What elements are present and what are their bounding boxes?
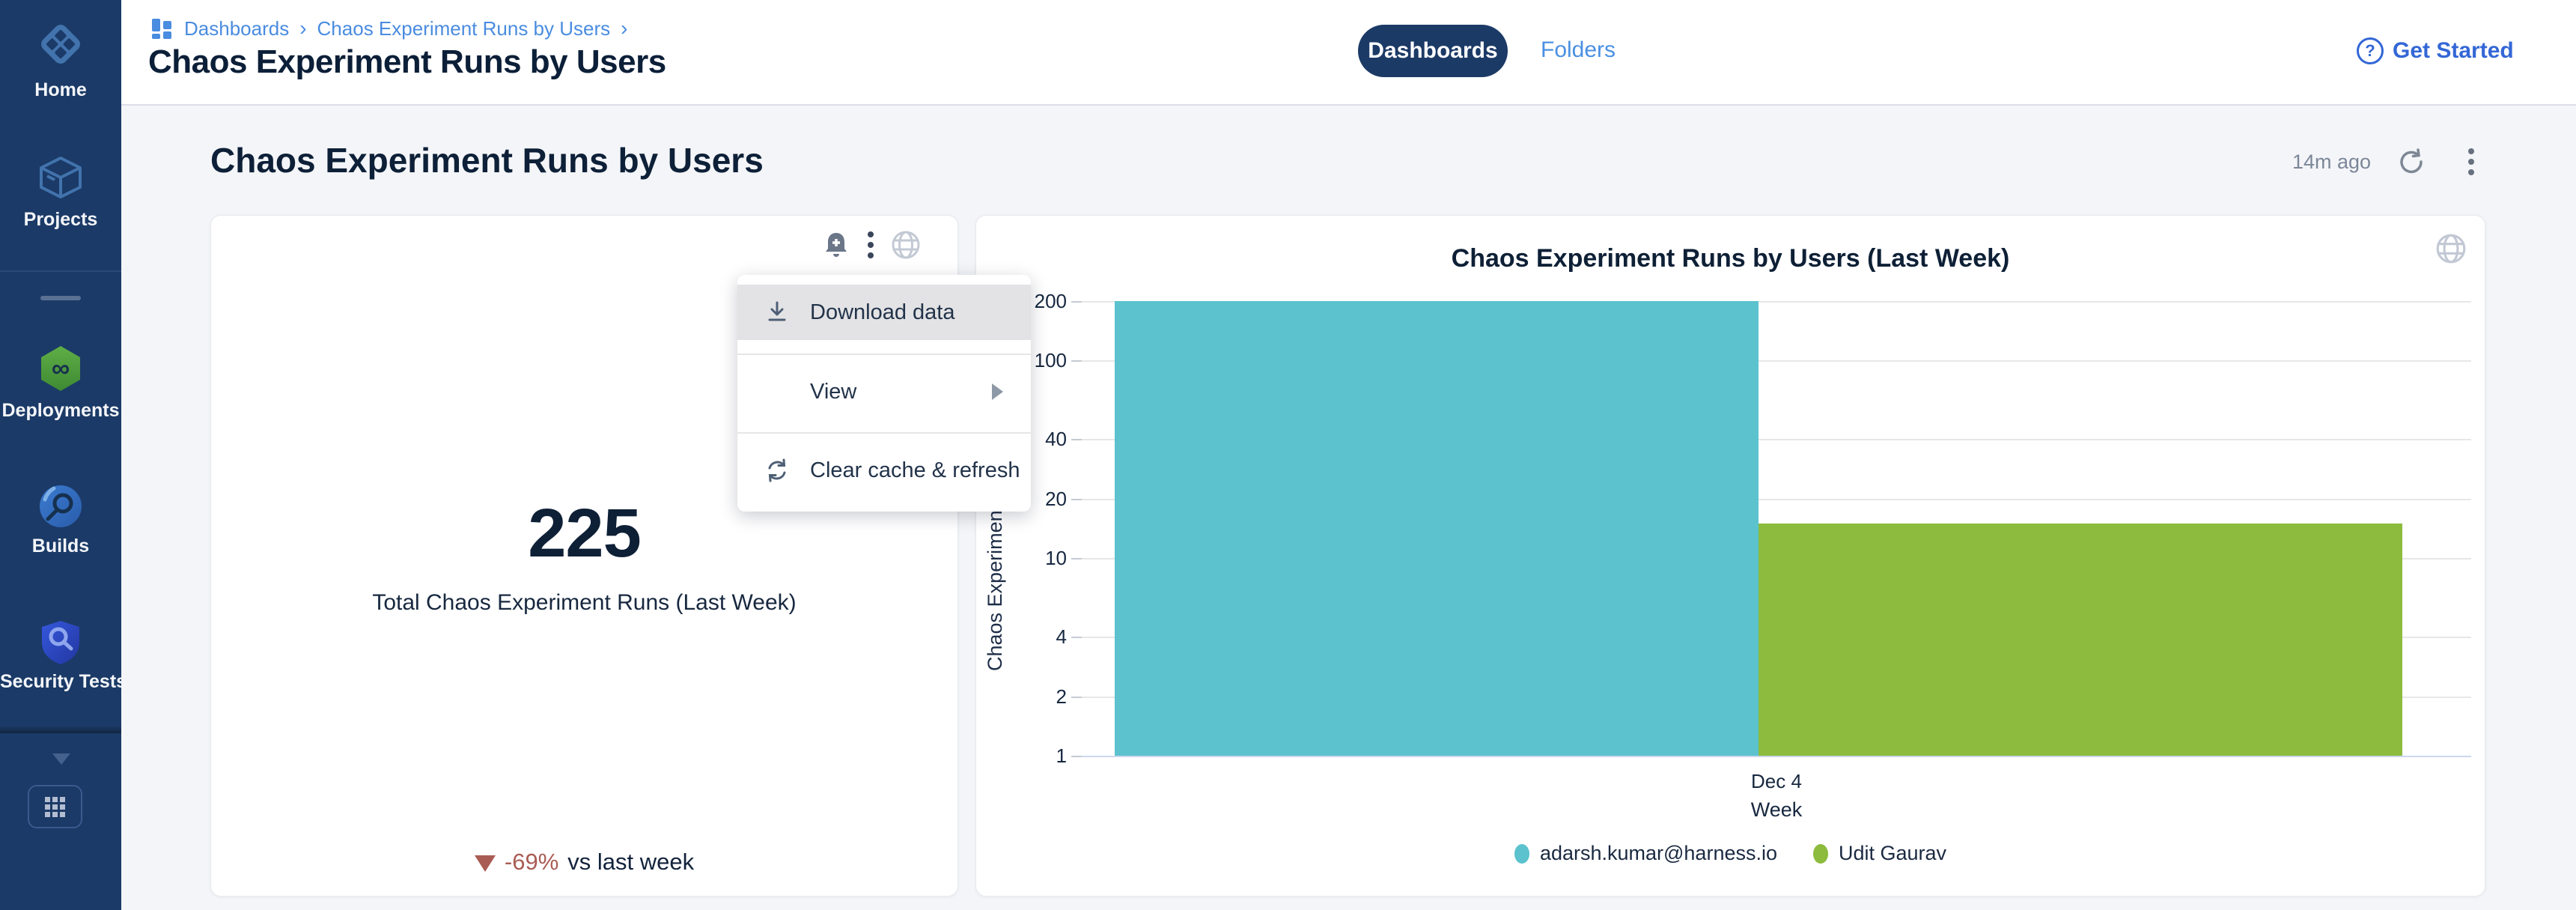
axis-tick <box>1071 439 1082 440</box>
x-tick-label: Dec 4 <box>1664 770 1889 793</box>
kebab-menu-icon[interactable] <box>2468 148 2474 175</box>
widget-context-menu: Download data View Clear cache & refresh <box>737 275 1031 512</box>
download-icon <box>764 300 790 325</box>
legend-marker-icon <box>1514 844 1529 864</box>
globe-icon[interactable] <box>890 229 922 261</box>
chevron-down-icon[interactable] <box>52 753 70 765</box>
module-sidebar: Home Projects <box>0 0 121 910</box>
refresh-toolbar: 14m ago <box>2292 147 2474 177</box>
dashboards-grid-icon <box>150 16 174 40</box>
menu-divider <box>737 432 1031 434</box>
submenu-caret-icon <box>992 383 1003 400</box>
sidebar-item-security-tests[interactable]: Security Tests <box>0 619 121 693</box>
y-tick-label: 2 <box>999 685 1067 709</box>
refresh-icon[interactable] <box>2396 147 2426 177</box>
harness-logo-icon <box>36 19 85 69</box>
builds-circle-icon <box>37 483 84 530</box>
breadcrumb: Dashboards › Chaos Experiment Runs by Us… <box>150 16 627 40</box>
legend-label: Udit Gaurav <box>1839 842 1946 865</box>
sidebar-item-home[interactable]: Home <box>0 19 121 101</box>
sidebar-item-projects[interactable]: Projects <box>0 154 121 231</box>
triangle-down-icon <box>475 855 496 872</box>
widget-kebab-icon[interactable] <box>868 231 874 258</box>
sidebar-item-deployments[interactable]: ∞ Deployments <box>0 343 121 422</box>
get-started-link[interactable]: ? Get Started <box>2357 37 2514 64</box>
deployments-hexagon-icon: ∞ <box>35 343 86 394</box>
stat-card-toolbar <box>821 229 922 261</box>
dashboard-title: Chaos Experiment Runs by Users <box>210 140 764 181</box>
module-grid-button[interactable] <box>28 785 82 828</box>
menu-item-label: Clear cache & refresh <box>810 458 1020 483</box>
sidebar-item-label: Home <box>0 79 121 101</box>
cube-icon <box>37 154 85 201</box>
menu-item-view[interactable]: View <box>737 364 1031 419</box>
axis-tick <box>1071 499 1082 500</box>
menu-item-label: Download data <box>810 300 954 325</box>
refresh-icon <box>764 458 790 483</box>
x-axis-title: Week <box>1664 798 1889 822</box>
y-tick-label: 10 <box>999 547 1067 570</box>
chart-legend: adarsh.kumar@harness.io Udit Gaurav <box>976 842 2485 865</box>
menu-divider <box>737 354 1031 355</box>
legend-marker-icon <box>1813 844 1828 864</box>
y-tick-label: 1 <box>999 744 1067 768</box>
last-refreshed-label: 14m ago <box>2292 151 2371 174</box>
security-shield-icon <box>37 619 84 665</box>
breadcrumb-separator: › <box>621 16 627 40</box>
menu-item-clear-cache-refresh[interactable]: Clear cache & refresh <box>737 443 1031 498</box>
page-title: Chaos Experiment Runs by Users <box>148 43 666 81</box>
delta-suffix: vs last week <box>567 849 694 876</box>
tab-dashboards[interactable]: Dashboards <box>1358 25 1508 77</box>
delta-percent: -69% <box>505 849 558 876</box>
sidebar-item-label: Builds <box>0 536 121 557</box>
help-question-icon: ? <box>2357 37 2384 64</box>
breadcrumb-link-current[interactable]: Chaos Experiment Runs by Users <box>317 17 611 40</box>
axis-tick <box>1071 558 1082 559</box>
grid-icon <box>45 797 65 817</box>
alert-bell-icon[interactable] <box>821 230 851 260</box>
chart-card: Chaos Experiment Runs by Users (Last Wee… <box>975 215 2485 897</box>
legend-item[interactable]: adarsh.kumar@harness.io <box>1514 842 1777 865</box>
sidebar-item-label: Security Tests <box>0 671 121 693</box>
tab-folders[interactable]: Folders <box>1541 37 1616 63</box>
bar-Udit Gaurav[interactable] <box>1759 524 2402 756</box>
y-tick-label: 4 <box>999 625 1067 649</box>
bar-adarsh.kumar@harness.io[interactable] <box>1115 301 1759 756</box>
axis-tick <box>1071 360 1082 362</box>
stat-delta: -69% vs last week <box>211 849 957 876</box>
legend-label: adarsh.kumar@harness.io <box>1540 842 1777 865</box>
breadcrumb-link-dashboards[interactable]: Dashboards <box>184 17 289 40</box>
sidebar-item-label: Projects <box>0 209 121 231</box>
menu-item-download-data[interactable]: Download data <box>737 285 1031 340</box>
svg-text:∞: ∞ <box>52 354 70 383</box>
bar-chart-plot: 200100402010421Dec 4Week <box>976 216 2486 897</box>
sidebar-item-label: Deployments <box>0 400 121 422</box>
axis-tick <box>1071 301 1082 303</box>
breadcrumb-separator: › <box>299 16 306 40</box>
harness-dashboard-app: Home Projects <box>0 0 2576 910</box>
sidebar-drag-handle[interactable] <box>40 296 81 300</box>
stat-label: Total Chaos Experiment Runs (Last Week) <box>211 590 957 616</box>
dashboard-content: Chaos Experiment Runs by Users 14m ago <box>121 106 2576 910</box>
axis-tick <box>1071 756 1082 757</box>
legend-item[interactable]: Udit Gaurav <box>1813 842 1946 865</box>
sidebar-item-builds[interactable]: Builds <box>0 483 121 557</box>
axis-tick <box>1071 697 1082 698</box>
get-started-label: Get Started <box>2393 38 2514 64</box>
sidebar-shadow <box>0 726 121 733</box>
menu-item-label: View <box>810 380 856 404</box>
sidebar-divider <box>0 270 121 272</box>
gridline <box>1082 756 2471 757</box>
top-header: Dashboards › Chaos Experiment Runs by Us… <box>121 0 2576 106</box>
axis-tick <box>1071 637 1082 638</box>
